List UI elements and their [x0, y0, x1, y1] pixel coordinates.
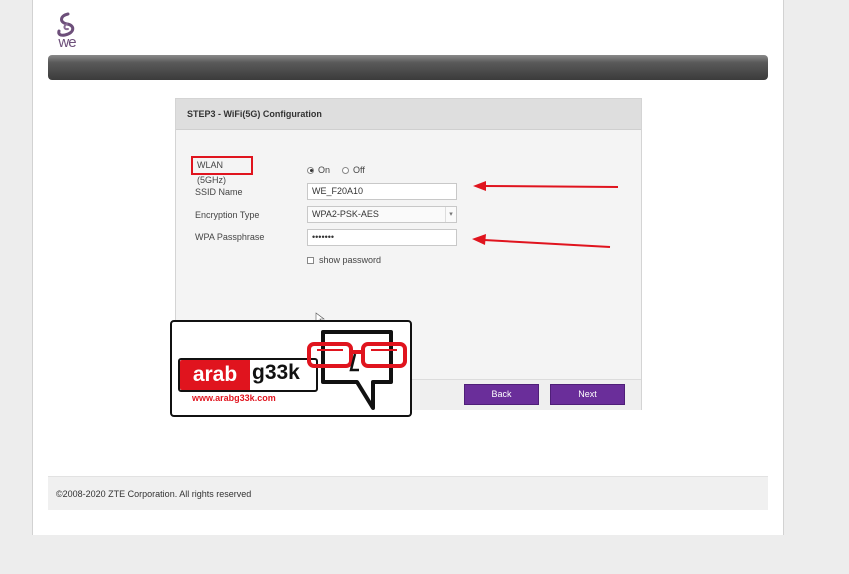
watermark-logo: arab g33k www.arabg33k.com — [170, 320, 412, 417]
copyright-text: ©2008-2020 ZTE Corporation. All rights r… — [56, 489, 252, 499]
watermark-g33k: g33k — [252, 361, 300, 384]
watermark-url: www.arabg33k.com — [192, 393, 276, 403]
geek-mascot-icon — [307, 330, 407, 410]
watermark-arab: arab — [180, 360, 250, 390]
ssid-arrow-icon — [473, 181, 619, 191]
watermark-wordmark: arab g33k — [178, 358, 318, 392]
page-footer: ©2008-2020 ZTE Corporation. All rights r… — [48, 476, 768, 510]
passphrase-arrow-icon — [472, 234, 611, 248]
